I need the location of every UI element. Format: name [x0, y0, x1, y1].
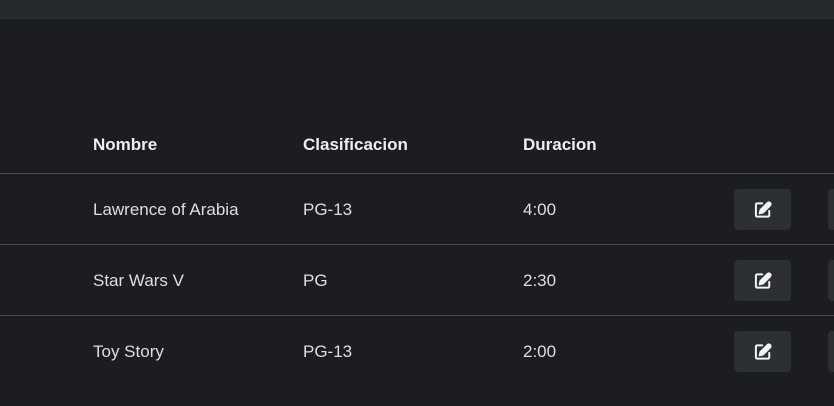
column-header-nombre: Nombre — [93, 135, 158, 154]
column-header-clasificacion: Clasificacion — [303, 135, 408, 154]
table-header-row: Nombre Clasificacion Duracion — [0, 118, 834, 174]
edit-icon — [754, 200, 772, 218]
cell-nombre: Lawrence of Arabia — [93, 200, 239, 219]
table-row: Toy Story PG-13 2:00 — [0, 316, 834, 386]
cell-clasificacion: PG-13 — [303, 200, 353, 219]
cell-duracion: 2:00 — [523, 342, 557, 361]
cell-duracion: 4:00 — [523, 200, 557, 219]
table-row: Star Wars V PG 2:30 — [0, 245, 834, 316]
cell-clasificacion: PG — [303, 271, 328, 290]
cell-duracion: 2:30 — [523, 271, 557, 290]
edit-icon — [754, 271, 772, 289]
column-header-duracion: Duracion — [523, 135, 597, 154]
delete-button[interactable] — [828, 331, 834, 372]
edit-icon — [754, 342, 772, 360]
cell-nombre: Star Wars V — [93, 271, 184, 290]
delete-button[interactable] — [828, 260, 834, 301]
edit-button[interactable] — [734, 189, 791, 230]
delete-button[interactable] — [828, 189, 834, 230]
table-row: Lawrence of Arabia PG-13 4:00 — [0, 174, 834, 245]
cell-clasificacion: PG-13 — [303, 342, 353, 361]
cell-nombre: Toy Story — [93, 342, 164, 361]
top-navbar — [0, 0, 834, 19]
edit-button[interactable] — [734, 331, 791, 372]
edit-button[interactable] — [734, 260, 791, 301]
movies-table: Nombre Clasificacion Duracion Lawrence o… — [0, 118, 834, 386]
